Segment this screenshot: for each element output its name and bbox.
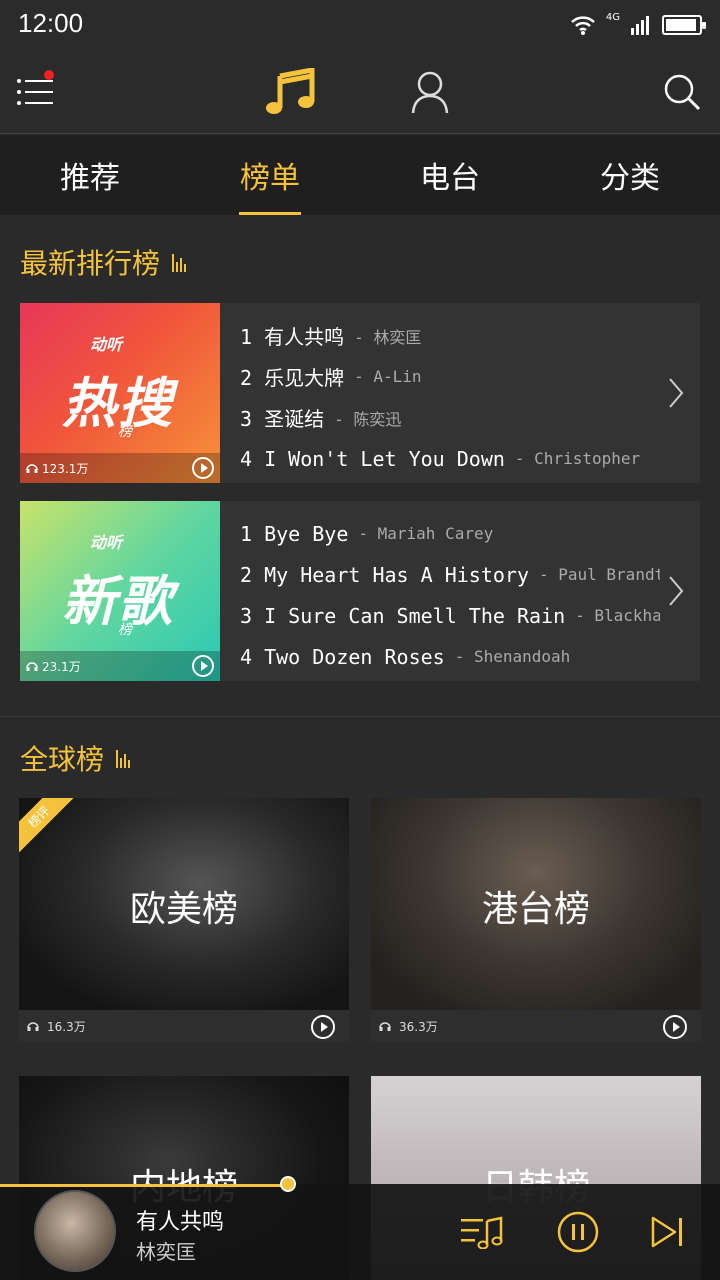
hot-search-song-list: 1 有人共鸣 - 林奕匡 2 乐见大牌 - A-Lin 3 圣诞结 - 陈奕迅 4 I… [240, 315, 660, 479]
music-note-icon [266, 68, 315, 114]
new-songs-song-list: 1 Bye Bye - Mariah Carey 2 My Heart Has A… [240, 513, 660, 677]
play-icon[interactable] [663, 1015, 687, 1039]
now-playing-title: 有人共鸣 [136, 1210, 225, 1235]
western-chart-card[interactable]: 榜评 欧美榜 16.3万 [19, 798, 349, 1042]
search-icon [664, 74, 701, 111]
bars-icon [116, 748, 131, 768]
headphones-icon [26, 662, 38, 671]
menu-icon [17, 79, 53, 105]
latest-charts-title: 最新排行榜 [20, 242, 187, 282]
song-title: 1 Bye Bye [240, 521, 349, 546]
hktw-chart-card[interactable]: 港台榜 36.3万 [371, 798, 701, 1042]
status-time: 12:00 [18, 8, 84, 38]
list-item[interactable]: 1 Bye Bye - Mariah Carey [240, 513, 660, 554]
song-artist: - A-Lin [354, 367, 422, 386]
list-item[interactable]: 4 Two Dozen Roses - Shenandoah [240, 636, 660, 677]
next-button[interactable] [648, 1212, 688, 1252]
play-count: 123.1万 [42, 461, 89, 476]
hot-search-cover[interactable]: 动听 热搜 榜 123.1万 [20, 303, 220, 483]
song-title: 3 I Sure Can Smell The Rain [240, 603, 566, 628]
song-title: 2 乐见大牌 [240, 366, 345, 390]
card-info: 16.3万 [19, 1010, 349, 1042]
next-icon [651, 1216, 682, 1248]
notification-dot [44, 70, 54, 80]
user-button[interactable] [404, 66, 456, 118]
chart-label: 港台榜 [481, 889, 590, 930]
battery-icon [662, 15, 706, 35]
play-icon[interactable] [192, 457, 214, 479]
song-title: 3 圣诞结 [240, 407, 325, 431]
progress-handle[interactable] [280, 1176, 296, 1192]
tab-bar: 推荐 榜单 电台 分类 [0, 135, 720, 215]
song-artist: - Blackhawk [575, 606, 660, 625]
cover-small-text: 动听 [90, 533, 123, 552]
song-artist: - 陈奕迅 [334, 409, 402, 429]
global-charts-title: 全球榜 [20, 738, 131, 778]
list-item[interactable]: 1 有人共鸣 - 林奕匡 [240, 315, 660, 356]
song-artist: - Paul Brandt [538, 565, 660, 584]
top-nav [0, 50, 720, 134]
tab-radio[interactable]: 电台 [360, 135, 540, 215]
now-playing-artist: 林奕匡 [136, 1240, 196, 1264]
bars-icon [172, 252, 187, 272]
headphones-icon [26, 464, 38, 473]
search-button[interactable] [660, 66, 704, 118]
playlist-button[interactable] [460, 1212, 506, 1252]
card-info: 36.3万 [371, 1010, 701, 1042]
headphones-icon [379, 1022, 391, 1031]
cover-small-text: 动听 [90, 335, 123, 354]
wifi-icon [571, 16, 595, 35]
play-count: 23.1万 [42, 659, 81, 674]
pause-icon [557, 1211, 599, 1253]
progress-bar[interactable] [0, 1184, 288, 1187]
song-artist: - Mariah Carey [358, 524, 494, 543]
song-title: 4 I Won't Let You Down [240, 446, 505, 471]
new-songs-chart[interactable]: 动听 新歌 榜 23.1万 1 Bye Bye - Mariah Carey 2 … [20, 501, 700, 681]
headphones-icon [27, 1022, 39, 1031]
user-icon [411, 71, 449, 114]
song-artist: - Shenandoah [454, 647, 571, 666]
album-art[interactable] [34, 1190, 116, 1272]
cover-sub-text: 榜 [118, 424, 132, 440]
pause-button[interactable] [556, 1211, 600, 1253]
list-item[interactable]: 3 圣诞结 - 陈奕迅 [240, 397, 660, 438]
hot-search-chart[interactable]: 动听 热搜 榜 123.1万 1 有人共鸣 - 林奕匡 2 乐见大牌 - A-Lin… [20, 303, 700, 483]
cover-info: 123.1万 [20, 453, 220, 483]
play-icon[interactable] [311, 1015, 335, 1039]
list-item[interactable]: 2 My Heart Has A History - Paul Brandt [240, 554, 660, 595]
song-artist: - Christopher [514, 449, 641, 468]
network-type: 4G [605, 11, 620, 23]
playlist-icon [461, 1216, 503, 1249]
cover-sub-text: 榜 [118, 622, 132, 638]
latest-charts-title-text: 最新排行榜 [20, 247, 161, 280]
chevron-right-icon[interactable] [666, 377, 686, 409]
chart-label: 欧美榜 [129, 889, 238, 930]
list-item[interactable]: 2 乐见大牌 - A-Lin [240, 356, 660, 397]
tab-category[interactable]: 分类 [540, 135, 720, 215]
tab-charts[interactable]: 榜单 [180, 135, 360, 215]
song-title: 4 Two Dozen Roses [240, 644, 445, 669]
new-songs-cover[interactable]: 动听 新歌 榜 23.1万 [20, 501, 220, 681]
song-artist: - 林奕匡 [354, 327, 422, 347]
status-icons: 4G [570, 10, 706, 40]
cover-info: 23.1万 [20, 651, 220, 681]
signal-icon [631, 16, 649, 35]
play-count: 36.3万 [399, 1019, 438, 1034]
chevron-right-icon[interactable] [666, 575, 686, 607]
song-title: 2 My Heart Has A History [240, 562, 529, 587]
status-bar: 12:00 4G [0, 0, 720, 50]
music-tab-button[interactable] [258, 66, 322, 118]
play-count: 16.3万 [47, 1019, 86, 1034]
song-title: 1 有人共鸣 [240, 325, 345, 349]
tab-recommend[interactable]: 推荐 [0, 135, 180, 215]
list-item[interactable]: 3 I Sure Can Smell The Rain - Blackhawk [240, 595, 660, 636]
list-item[interactable]: 4 I Won't Let You Down - Christopher [240, 438, 660, 479]
play-icon[interactable] [192, 655, 214, 677]
global-charts-title-text: 全球榜 [20, 743, 105, 776]
section-divider [0, 716, 720, 717]
mini-player[interactable]: 有人共鸣 林奕匡 [0, 1176, 720, 1280]
